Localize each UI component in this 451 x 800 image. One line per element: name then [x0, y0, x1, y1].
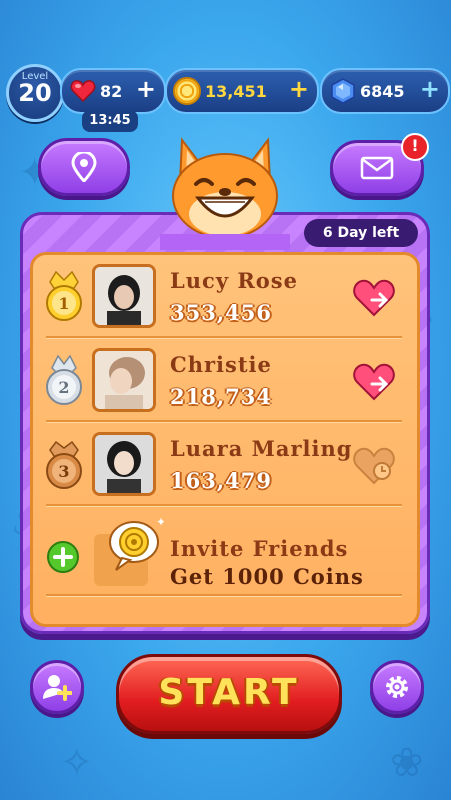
player-score: 353,456 — [170, 300, 272, 325]
leaderboard-row: 1 Lucy Rose 353,456 — [38, 256, 410, 338]
avatar — [92, 348, 156, 412]
gold-medal-icon: 1 — [46, 270, 82, 321]
heart-cooldown-icon — [353, 447, 395, 485]
event-days-left: 6 Day left — [304, 219, 418, 247]
invite-friends-row[interactable]: ✦ Invite Friends Get 1000 Coins — [38, 510, 410, 600]
svg-text:3: 3 — [58, 462, 69, 481]
add-user-icon — [43, 675, 72, 701]
row-divider — [46, 594, 402, 596]
gem-icon — [331, 78, 355, 104]
gems-value: 6845 — [360, 81, 405, 101]
avatar — [92, 264, 156, 328]
silver-medal-icon: 2 — [46, 354, 82, 405]
bronze-medal-icon: 3 — [46, 440, 82, 489]
player-photo — [95, 351, 153, 409]
lives-value: 82 — [100, 81, 123, 101]
leaderboard-row: 3 Luara Marling 163,479 — [38, 424, 410, 506]
row-divider — [46, 336, 402, 338]
coins-counter: 13,451 + — [165, 68, 319, 114]
level-badge: Level 20 — [6, 64, 64, 122]
svg-text:1: 1 — [58, 294, 69, 313]
lives-counter: 82 + — [60, 68, 166, 114]
invite-reward: Get 1000 Coins — [170, 564, 364, 589]
map-button[interactable] — [38, 138, 130, 196]
player-photo — [95, 267, 153, 325]
level-number: 20 — [18, 79, 52, 107]
envelope-icon — [360, 156, 394, 180]
lives-refill-timer: 13:45 — [82, 110, 138, 132]
gear-icon — [386, 676, 408, 698]
location-pin-icon — [71, 152, 97, 182]
mail-alert-badge: ! — [401, 133, 429, 161]
invite-title: Invite Friends — [170, 536, 349, 561]
send-heart-button[interactable] — [352, 362, 396, 402]
row-divider — [46, 420, 402, 422]
settings-button[interactable] — [370, 660, 424, 714]
background-doodle: ✧ — [60, 740, 94, 786]
add-coins-button[interactable]: + — [289, 77, 309, 101]
send-heart-button[interactable] — [352, 278, 396, 318]
add-friend-button[interactable] — [30, 660, 84, 714]
add-lives-button[interactable]: + — [136, 77, 156, 101]
gems-counter: 6845 + — [320, 68, 450, 114]
coin-speech-bubble-icon: ✦ — [94, 516, 164, 586]
leaderboard-row: 2 Christie 218,734 — [38, 340, 410, 422]
player-name: Christie — [170, 352, 272, 377]
svg-text:✦: ✦ — [156, 516, 164, 529]
player-name: Luara Marling — [170, 436, 353, 461]
add-gems-button[interactable]: + — [420, 77, 440, 101]
player-score: 218,734 — [170, 384, 272, 409]
coin-icon — [173, 77, 201, 105]
add-friend-plus-icon[interactable] — [46, 540, 80, 574]
player-name: Lucy Rose — [170, 268, 298, 293]
background-doodle: ❀ — [390, 740, 424, 786]
coins-value: 13,451 — [205, 81, 267, 101]
avatar — [92, 432, 156, 496]
mail-button[interactable]: ! — [330, 133, 429, 196]
svg-text:2: 2 — [58, 378, 69, 397]
fox-mascot-icon — [160, 137, 290, 250]
start-button[interactable]: START — [116, 654, 342, 734]
row-divider — [46, 504, 402, 506]
player-photo — [95, 435, 153, 493]
player-score: 163,479 — [170, 468, 272, 493]
heart-icon — [70, 80, 96, 103]
